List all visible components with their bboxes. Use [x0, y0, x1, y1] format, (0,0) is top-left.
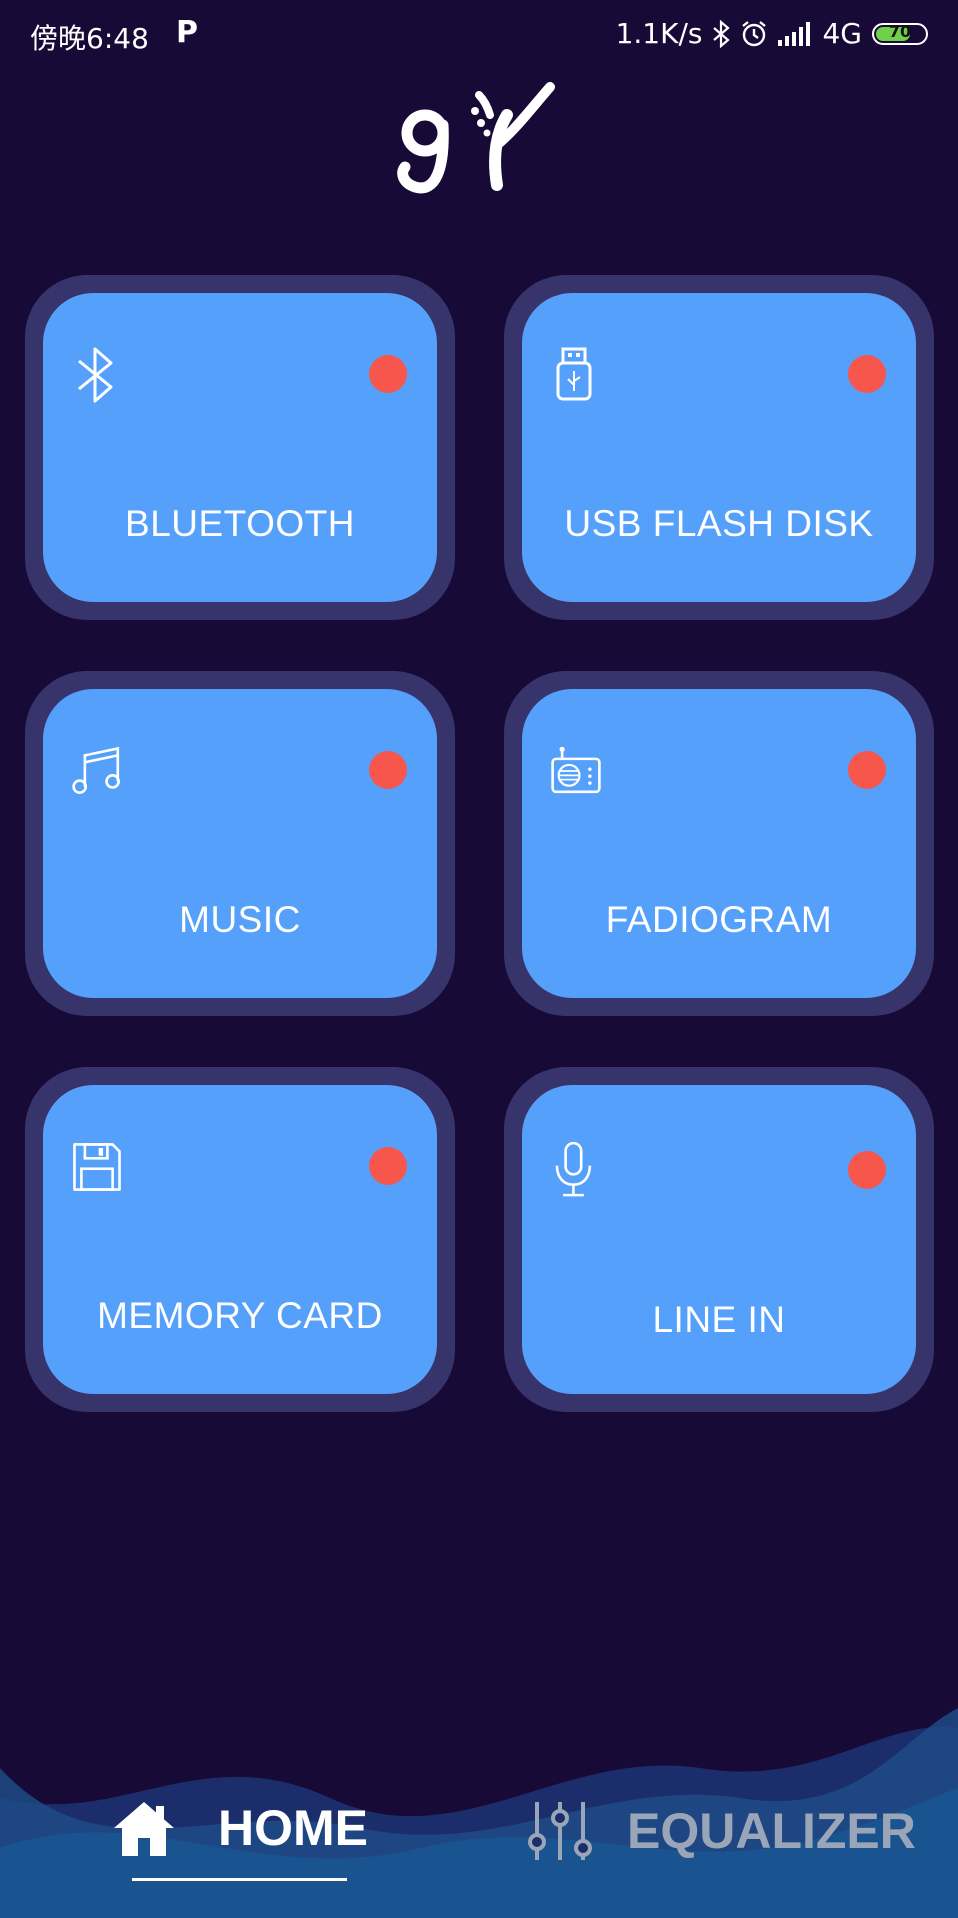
- status-indicator: [848, 1151, 886, 1189]
- card-bluetooth[interactable]: BLUETOOTH: [43, 293, 437, 602]
- card-label: MEMORY CARD: [97, 1295, 383, 1336]
- status-indicator: [369, 751, 407, 789]
- home-icon: [114, 1802, 174, 1856]
- card-usb-frame: USB FLASH DISK: [504, 275, 934, 620]
- microphone-icon: [555, 1141, 592, 1197]
- floppy-disk-icon: [73, 1143, 121, 1191]
- battery-icon: 70: [872, 22, 928, 45]
- card-label: USB FLASH DISK: [564, 503, 874, 544]
- p-icon: P: [176, 15, 198, 50]
- status-indicator: [848, 355, 886, 393]
- music-note-icon: [72, 746, 120, 794]
- card-fadiogram[interactable]: FADIOGRAM: [522, 689, 916, 998]
- bluetooth-icon: [78, 347, 113, 403]
- radio-icon: [551, 746, 601, 794]
- card-label: LINE IN: [652, 1299, 786, 1340]
- card-memory-frame: MEMORY CARD: [25, 1067, 455, 1412]
- card-label: FADIOGRAM: [605, 899, 833, 940]
- status-time: 傍晚6:48: [30, 22, 149, 55]
- nav-home-label: HOME: [218, 1800, 368, 1856]
- card-memory-card[interactable]: MEMORY CARD: [43, 1085, 437, 1394]
- nav-equalizer-label: EQUALIZER: [627, 1803, 916, 1859]
- status-bar: 傍晚6:48 P 1.1K/s 4G 70: [0, 0, 958, 70]
- status-indicator: [369, 1147, 407, 1185]
- card-label: MUSIC: [179, 899, 301, 940]
- card-music[interactable]: MUSIC: [43, 689, 437, 998]
- equalizer-icon: [528, 1802, 592, 1860]
- card-label: BLUETOOTH: [125, 503, 355, 544]
- battery-level: 70: [888, 22, 912, 41]
- card-radio-frame: FADIOGRAM: [504, 671, 934, 1016]
- status-indicator: [848, 751, 886, 789]
- network-speed: 1.1K/s: [615, 17, 703, 50]
- usb-icon: [556, 347, 592, 401]
- status-indicators: 1.1K/s 4G 70: [616, 17, 928, 50]
- app-logo: [397, 82, 555, 194]
- card-linein-frame: LINE IN: [504, 1067, 934, 1412]
- nav-equalizer-tab[interactable]: EQUALIZER: [525, 1798, 916, 1864]
- card-music-frame: MUSIC: [25, 671, 455, 1016]
- status-indicator: [369, 355, 407, 393]
- nav-active-indicator: [132, 1878, 347, 1881]
- network-type: 4G: [822, 17, 862, 50]
- alarm-icon: [742, 20, 767, 46]
- bottom-navigation: HOME EQUALIZER: [0, 1778, 958, 1918]
- signal-icon: [778, 21, 811, 46]
- nav-home-tab[interactable]: HOME: [110, 1798, 368, 1858]
- card-bluetooth-frame: BLUETOOTH: [25, 275, 455, 620]
- card-usb-flash-disk[interactable]: USB FLASH DISK: [522, 293, 916, 602]
- bluetooth-status-icon: [713, 19, 731, 48]
- card-line-in[interactable]: LINE IN: [522, 1085, 916, 1394]
